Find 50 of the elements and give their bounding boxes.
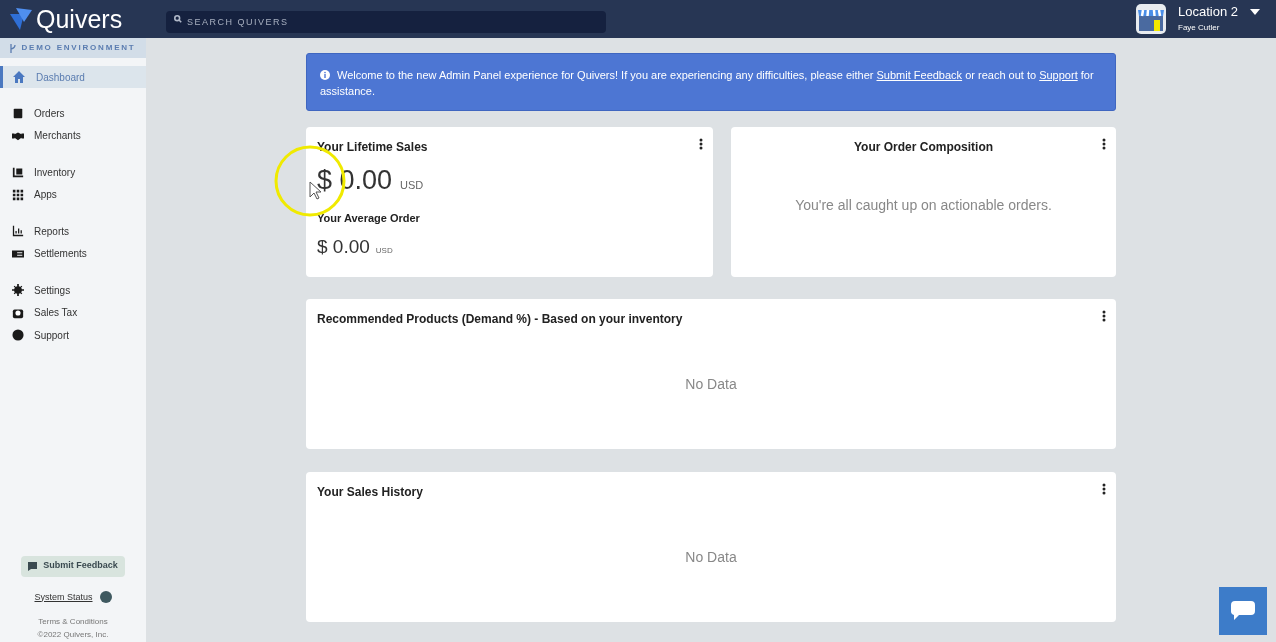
currency-label: USD xyxy=(375,244,393,257)
grid-icon xyxy=(12,188,24,201)
nav-item[interactable]: Dashboard xyxy=(0,66,146,88)
nav-item[interactable]: Support xyxy=(0,324,146,347)
search-icon xyxy=(174,15,182,23)
empty-message: You're all caught up on actionable orders. xyxy=(795,196,1052,215)
bar-chart-icon xyxy=(12,225,24,238)
welcome-message: Welcome to the new Admin Panel experience for Quivers! If you are experiencing any difficulties, please either Submit Feedback or reach out to Support for assistance. xyxy=(320,68,1095,99)
empty-message: No Data xyxy=(685,375,737,394)
terms-link[interactable]: Terms & Conditions xyxy=(38,616,108,628)
nav-item[interactable]: Inventory xyxy=(0,161,146,184)
nav-item[interactable]: Sales Tax xyxy=(0,301,146,324)
chat-button[interactable] xyxy=(1219,587,1267,635)
average-order-title: Your Average Order xyxy=(317,211,420,226)
card-title: Your Sales History xyxy=(317,484,423,500)
empty-message: No Data xyxy=(685,548,737,567)
info-icon xyxy=(320,70,330,80)
house-icon xyxy=(12,70,26,84)
more-options-icon[interactable] xyxy=(1102,310,1106,322)
nav-item[interactable]: Reports xyxy=(0,220,146,243)
comment-icon xyxy=(28,561,38,571)
copyright-text: ©2022 Quivers, Inc. xyxy=(37,629,109,641)
location-name[interactable]: Location 2 xyxy=(1178,4,1238,20)
nav-item[interactable]: Orders xyxy=(0,102,146,125)
more-options-icon[interactable] xyxy=(699,138,703,150)
user-name: Faye Cutler xyxy=(1178,22,1221,34)
chat-bubble-icon xyxy=(1231,601,1255,621)
caret-icon[interactable] xyxy=(1250,9,1260,15)
search-field[interactable]: SEARCH QUIVERS xyxy=(166,11,606,33)
more-options-icon[interactable] xyxy=(1102,138,1106,150)
card-title: Your Order Composition xyxy=(853,139,994,155)
environment-label: DEMO ENVIRONMENT xyxy=(21,42,136,54)
submit-feedback-button[interactable]: Submit Feedback xyxy=(21,555,125,577)
nav-item[interactable]: Settings xyxy=(0,279,146,302)
card-title: Recommended Products (Demand %) - Based on your inventory xyxy=(317,311,683,327)
nav-item[interactable]: Apps xyxy=(0,183,146,206)
store-icon[interactable] xyxy=(1136,4,1166,34)
branch-icon xyxy=(10,43,17,53)
logo-text: Quivers xyxy=(36,6,123,32)
more-options-icon[interactable] xyxy=(1102,483,1106,495)
banner-link[interactable]: Support xyxy=(1039,69,1078,81)
dolly-icon xyxy=(12,166,24,179)
currency-label: USD xyxy=(400,178,424,193)
settings-icon xyxy=(12,284,24,297)
nav-item[interactable]: Settlements xyxy=(0,242,146,265)
system-status-link[interactable]: System Status xyxy=(34,590,93,604)
banner-link[interactable]: Submit Feedback xyxy=(876,69,963,81)
logo-icon xyxy=(10,8,34,30)
nav-item[interactable]: Merchants xyxy=(0,124,146,147)
average-order-amount: $ 0.00 xyxy=(317,234,370,259)
